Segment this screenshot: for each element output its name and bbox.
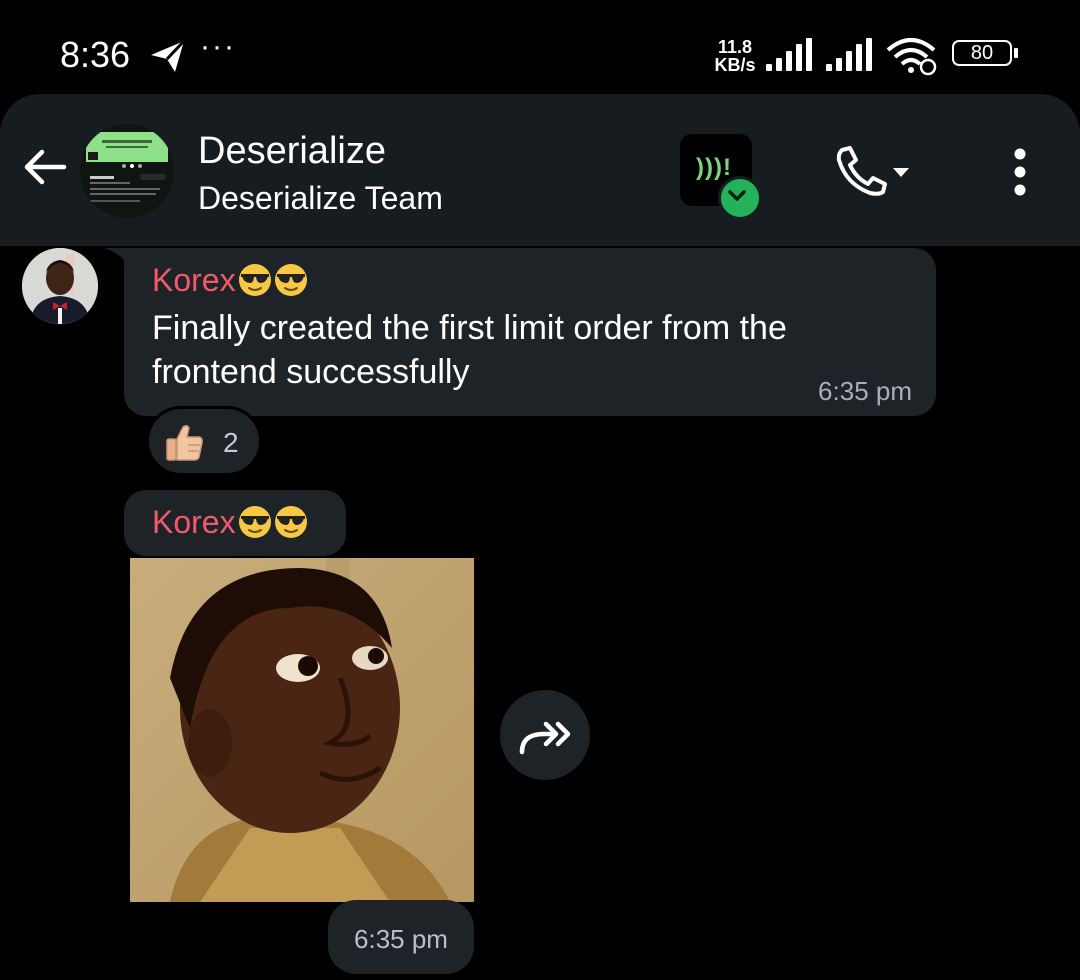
more-vertical-icon[interactable]	[1008, 148, 1032, 196]
battery-tip	[1014, 48, 1018, 58]
sunglasses-emoji-icon	[274, 264, 307, 296]
signal-bars-icon	[826, 38, 872, 71]
back-arrow-icon[interactable]	[20, 142, 70, 192]
forward-share-icon	[519, 721, 571, 755]
network-speed-unit: KB/s	[714, 55, 756, 75]
chevron-down-check-icon	[718, 176, 762, 220]
sender-name[interactable]: Korex	[152, 504, 236, 540]
sender-avatar[interactable]	[22, 248, 98, 324]
signal-bars-icon	[766, 38, 812, 71]
chat-header: Deserialize Deserialize Team )))!	[0, 94, 1080, 246]
voice-chat-badge-text: )))!	[696, 154, 732, 181]
sender-avatar-image	[22, 248, 98, 324]
sunglasses-emoji-icon	[238, 506, 271, 538]
phone-icon[interactable]	[832, 144, 892, 196]
reaction-chip[interactable]: 2	[146, 406, 262, 476]
dropdown-caret-icon[interactable]	[892, 166, 910, 178]
sunglasses-emoji-icon	[274, 506, 307, 538]
sender-name-pill: Korex	[124, 490, 346, 556]
sender-name-row: Korex	[152, 504, 308, 541]
message-photo[interactable]	[130, 558, 474, 902]
battery-icon: 80	[952, 40, 1020, 68]
chat-title[interactable]: Deserialize	[198, 130, 386, 173]
group-avatar[interactable]	[80, 124, 174, 218]
status-more-indicator: ···	[200, 30, 236, 63]
sender-name-row: Korex	[152, 262, 308, 299]
forward-button[interactable]	[500, 690, 590, 780]
sender-name[interactable]: Korex	[152, 262, 236, 298]
battery-level: 80	[970, 42, 994, 64]
message-time: 6:35 pm	[818, 376, 912, 406]
thumbs-up-icon	[166, 424, 203, 461]
message-text: Finally created the first limit order fr…	[152, 309, 787, 391]
chevron-down-icon	[728, 190, 746, 201]
chat-subtitle[interactable]: Deserialize Team	[198, 180, 443, 217]
network-speed-value: 11.8	[717, 37, 753, 57]
group-avatar-image	[80, 124, 174, 218]
telegram-send-icon	[151, 39, 186, 72]
wifi-icon	[886, 38, 937, 76]
network-speed: 11.8 KB/s	[712, 38, 758, 74]
sunglasses-emoji-icon	[238, 264, 271, 296]
message-time: 6:35 pm	[354, 924, 448, 954]
message-bubble[interactable]: Korex Finally created the first limit or…	[124, 248, 936, 416]
photo-image	[130, 558, 474, 902]
status-time: 8:36	[60, 34, 131, 75]
photo-time-pill: 6:35 pm	[328, 900, 474, 974]
reaction-count: 2	[223, 427, 239, 458]
